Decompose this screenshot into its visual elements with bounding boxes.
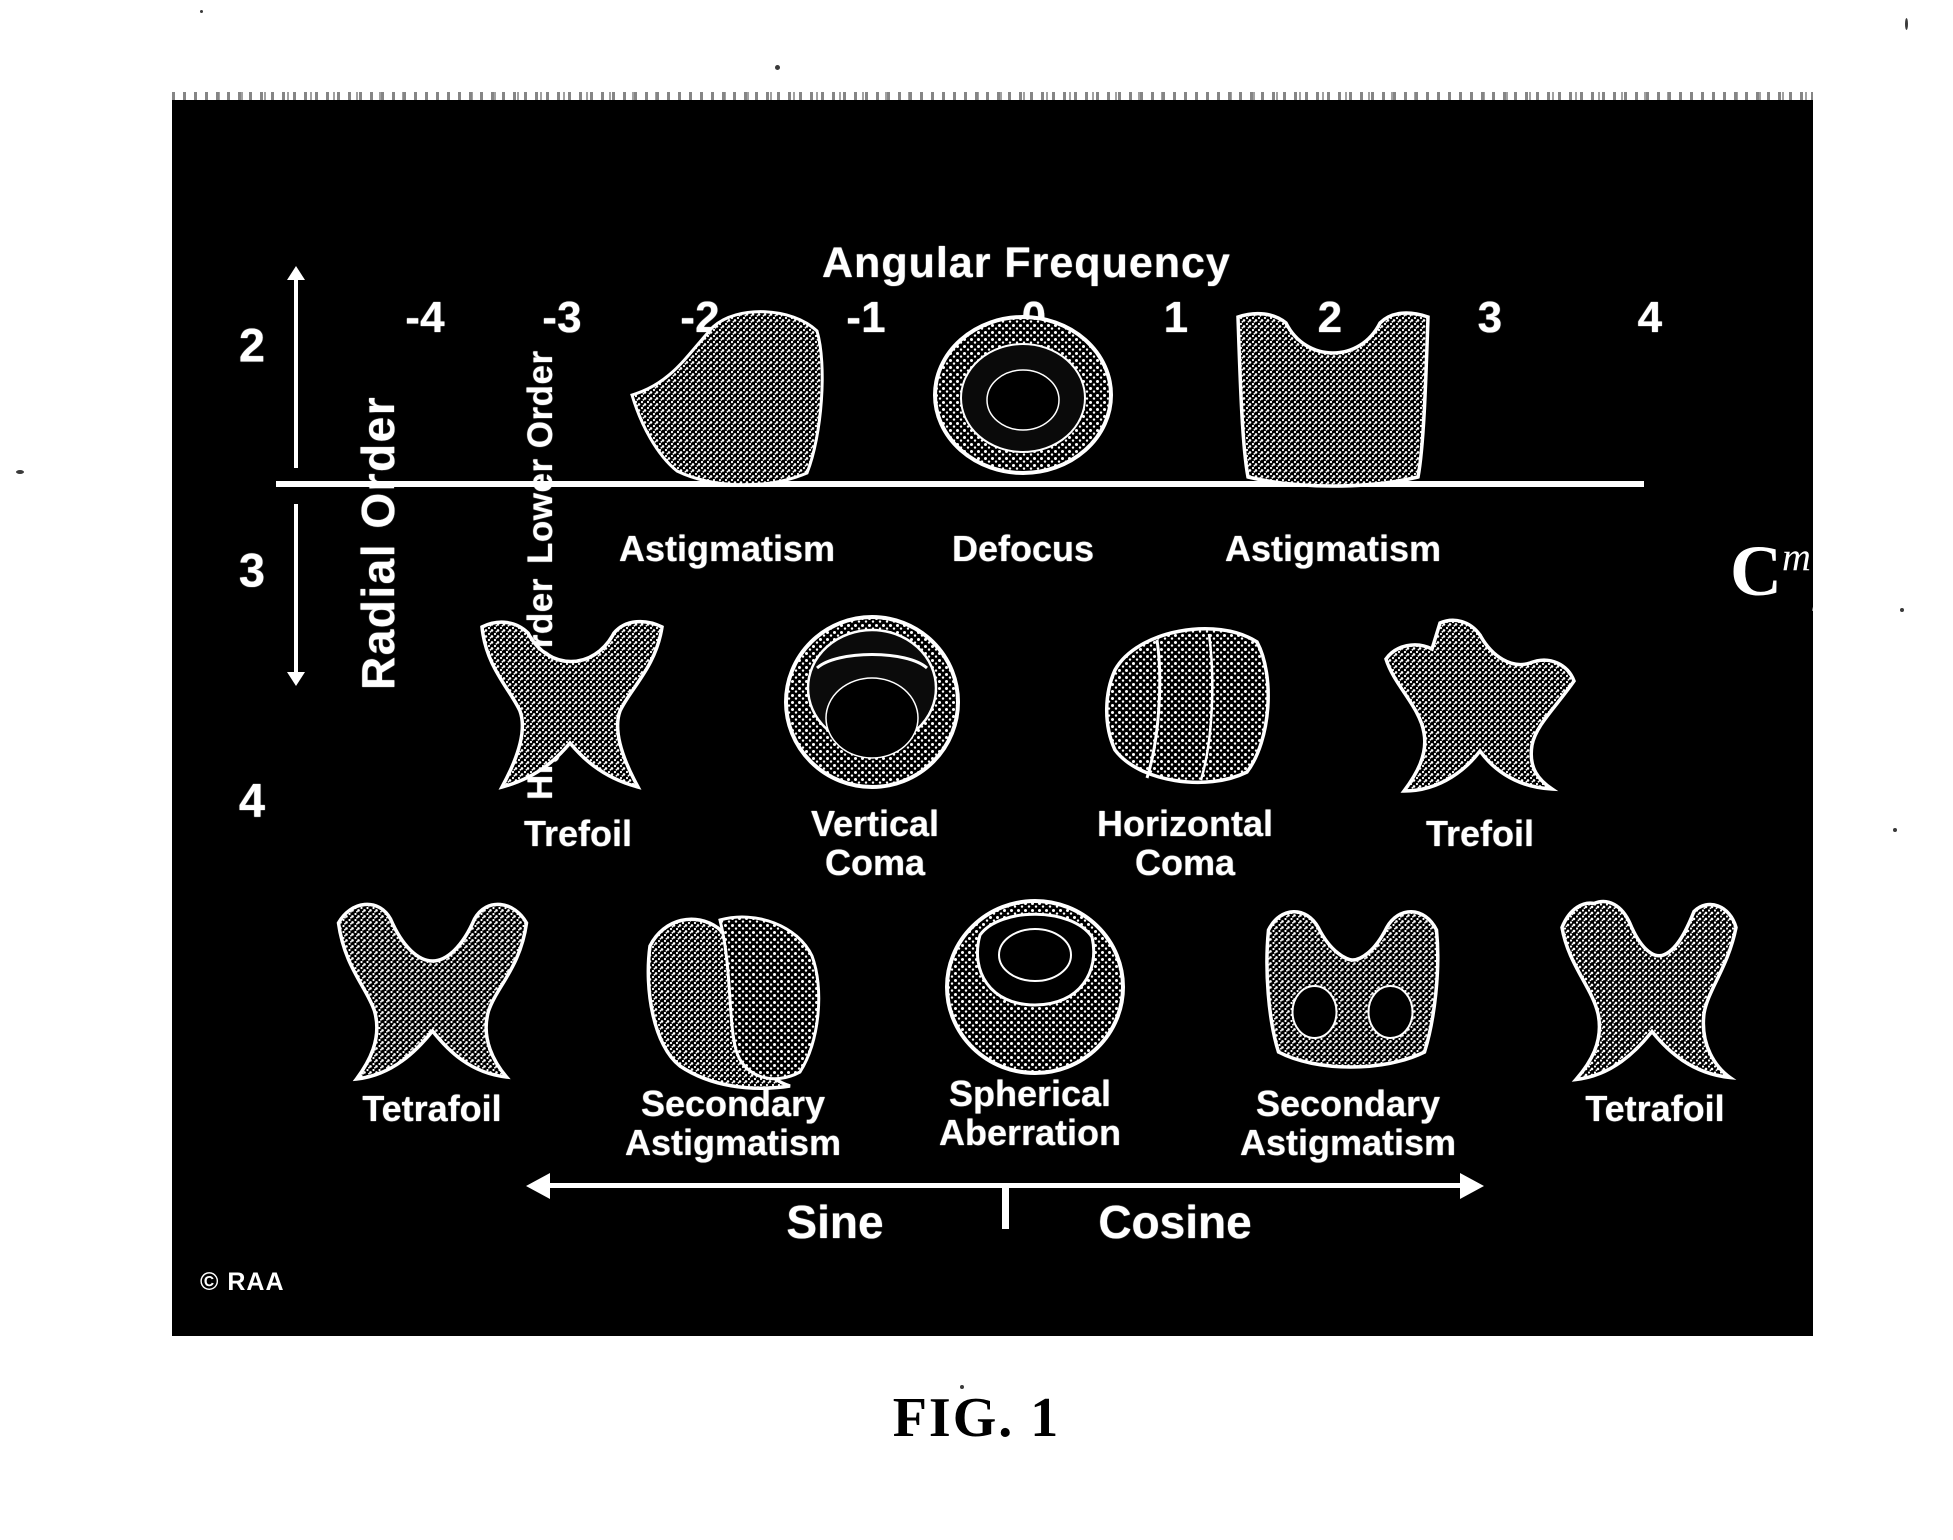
page-speckle <box>775 65 780 70</box>
zernike-shape-spherical-aberration <box>940 895 1130 1075</box>
cell-caption-horizontal-coma: Horizontal Coma <box>1097 803 1273 883</box>
cell-caption-spherical-aberration: Spherical Aberration <box>938 1073 1122 1153</box>
parity-arrow-right-icon <box>1460 1173 1484 1199</box>
cell-caption-tetrafoil-2: Tetrafoil <box>1585 1088 1725 1129</box>
lower-order-label: Lower Order <box>521 350 560 564</box>
formula-polynomial: Z <box>1844 531 1893 611</box>
zernike-shape-horizontal-coma <box>1097 620 1277 790</box>
figure-caption: FIG. 1 <box>892 1387 1061 1449</box>
order-band-divider <box>276 481 1644 487</box>
zernike-formula: Cmn Zmn <box>1730 530 1942 620</box>
lower-order-arrow <box>294 278 298 468</box>
copyright-notice: © RAA <box>200 1268 285 1296</box>
column-header-m-3: 3 <box>1477 293 1503 342</box>
column-header-m-1: 1 <box>1163 293 1189 342</box>
column-header-m-neg3: -3 <box>542 293 582 342</box>
column-header-m-neg4: -4 <box>405 293 445 342</box>
cell-caption-trefoil-1: Trefoil <box>523 813 633 854</box>
formula-c-superscript: m <box>1782 534 1811 579</box>
column-header-m-neg1: -1 <box>846 293 886 342</box>
zernike-shape-trefoil-oblique <box>470 615 670 795</box>
row-label-n-4: 4 <box>238 773 266 827</box>
cell-caption-tetrafoil-1: Tetrafoil <box>362 1088 502 1129</box>
formula-coefficient: C <box>1730 531 1782 611</box>
zernike-shape-secondary-astigmatism-vertical <box>1255 900 1450 1080</box>
zernike-shape-defocus <box>928 310 1118 480</box>
zernike-shape-vertical-coma <box>777 610 967 790</box>
parity-label-sine: Sine <box>786 1196 884 1248</box>
page-speckle <box>1893 828 1897 832</box>
zernike-shape-astigmatism-vertical <box>1228 305 1438 495</box>
scan-noise-band <box>172 92 1813 100</box>
cell-caption-secondary-astigmatism-1: Secondary Astigmatism <box>624 1083 842 1163</box>
cell-caption-vertical-coma: Vertical Coma <box>810 803 940 883</box>
zernike-shape-tetrafoil-oblique <box>325 895 540 1085</box>
zernike-shape-tetrafoil-vertical <box>1552 898 1752 1083</box>
formula-z-superscript: m <box>1892 534 1922 579</box>
cell-caption-trefoil-2: Trefoil <box>1425 813 1535 854</box>
higher-order-arrow <box>294 504 298 674</box>
column-header-m-4: 4 <box>1637 293 1663 342</box>
parity-label-cosine: Cosine <box>1098 1196 1252 1248</box>
parity-arrow-left-icon <box>526 1173 550 1199</box>
cell-caption-defocus: Defocus <box>951 528 1095 569</box>
zernike-shape-secondary-astigmatism-oblique <box>640 910 830 1090</box>
y-axis-label: Radial Order <box>352 395 404 690</box>
cell-caption-secondary-astigmatism-2: Secondary Astigmatism <box>1239 1083 1457 1163</box>
formula-c-subscript: n <box>1810 574 1831 620</box>
zernike-shape-trefoil-vertical <box>1380 615 1580 795</box>
figure-panel: Angular Frequency -4 -3 -2 -1 0 1 2 3 4 … <box>172 100 1942 1336</box>
cell-caption-astigmatism-2: Astigmatism <box>1224 528 1442 569</box>
row-label-n-2: 2 <box>238 318 266 372</box>
page-speckle <box>16 470 24 474</box>
row-label-n-3: 3 <box>238 543 266 597</box>
cell-caption-astigmatism-1: Astigmatism <box>618 528 836 569</box>
chart-title: Angular Frequency <box>822 239 1231 287</box>
parity-axis-center-tick <box>1002 1183 1009 1229</box>
page-speckle <box>1905 18 1908 30</box>
page-speckle <box>200 10 203 13</box>
formula-z-subscript: n <box>1921 574 1942 620</box>
zernike-shape-astigmatism-oblique <box>617 305 837 495</box>
